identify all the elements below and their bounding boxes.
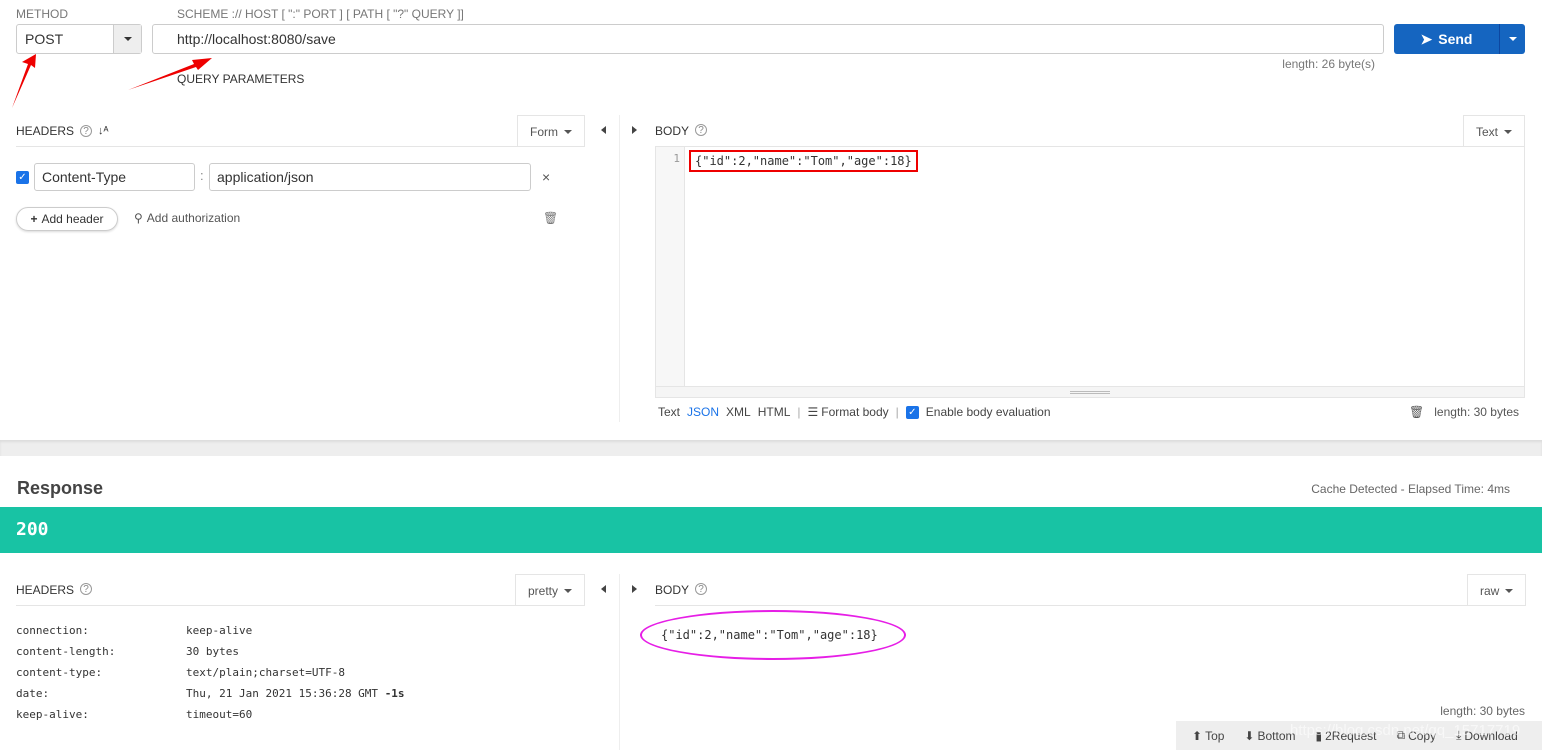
body-mode-label: Text: [1476, 124, 1499, 139]
response-length: length: 30 bytes: [1440, 704, 1525, 718]
send-button[interactable]: ➤ Send: [1394, 24, 1525, 54]
headers-mode-label: Form: [530, 124, 558, 139]
copy-button[interactable]: ⧉ Copy: [1396, 728, 1436, 743]
body-length: length: 30 bytes: [1434, 405, 1519, 419]
url-length: length: 26 byte(s): [1282, 57, 1375, 71]
send-label: Send: [1438, 31, 1473, 47]
header-key: content-length:: [16, 645, 116, 658]
url-label: SCHEME :// HOST [ ":" PORT ] [ PATH [ "?…: [177, 7, 464, 21]
response-headers-list: connection: keep-alive content-length: 30 …: [16, 620, 405, 725]
url-input[interactable]: http://localhost:8080/save: [152, 24, 1384, 54]
method-label: METHOD: [16, 7, 68, 21]
paper-plane-icon: ➤: [1420, 30, 1433, 47]
send-options-chevron-icon[interactable]: [1499, 24, 1525, 54]
header-key: connection:: [16, 624, 89, 637]
collapse-left-icon[interactable]: [601, 585, 606, 593]
download-button[interactable]: ⤓ Download: [1456, 728, 1518, 743]
expand-right-icon[interactable]: [632, 126, 637, 134]
help-icon[interactable]: ?: [80, 583, 93, 595]
trash-icon[interactable]: 🗑: [1409, 405, 1424, 419]
format-html[interactable]: HTML: [758, 405, 791, 419]
line-number: 1: [656, 147, 685, 387]
top-label: Top: [1205, 728, 1225, 743]
header-value: Thu, 21 Jan 2021 15:36:28 GMT: [186, 687, 379, 700]
header-value: text/plain;charset=UTF-8: [186, 666, 345, 679]
body-editor[interactable]: 1 {"id":2,"name":"Tom","age":18}: [655, 146, 1525, 398]
arrow-up-circle-icon: ⬆: [1192, 728, 1203, 743]
header-value-input[interactable]: application/json: [209, 163, 531, 191]
header-row: date: Thu, 21 Jan 2021 15:36:28 GMT -1s: [16, 683, 405, 704]
format-body-button[interactable]: ☰ Format body: [808, 405, 889, 419]
format-xml[interactable]: XML: [726, 405, 751, 419]
body-mode-dropdown[interactable]: Text: [1463, 115, 1526, 147]
bottom-label: Bottom: [1257, 728, 1296, 743]
response-body-mode-dropdown[interactable]: raw: [1467, 574, 1527, 606]
enable-eval-label[interactable]: Enable body evaluation: [926, 405, 1051, 419]
body-title: BODY: [655, 124, 690, 138]
chevron-down-icon[interactable]: [113, 25, 141, 53]
header-name-input[interactable]: Content-Type: [34, 163, 195, 191]
header-row: keep-alive: timeout=60: [16, 704, 405, 725]
arrow-down-circle-icon: ⬇: [1244, 728, 1255, 743]
annotation-arrows: [12, 54, 212, 108]
help-icon[interactable]: ?: [80, 125, 93, 137]
headers-mode-dropdown[interactable]: Form: [517, 115, 585, 147]
help-icon[interactable]: ?: [695, 124, 708, 136]
resize-handle[interactable]: [656, 386, 1524, 397]
add-authorization-label: Add authorization: [146, 211, 241, 225]
response-title: Response: [17, 478, 104, 498]
add-header-button[interactable]: + Add header: [16, 207, 118, 231]
response-body-title: BODY: [655, 583, 690, 597]
format-json[interactable]: JSON: [687, 405, 719, 419]
body-mode-label: raw: [1480, 583, 1500, 598]
headers-mode-label: pretty: [528, 583, 559, 598]
collapse-left-icon[interactable]: [601, 126, 606, 134]
download-label: Download: [1464, 728, 1518, 743]
header-row: connection: keep-alive: [16, 620, 405, 641]
help-icon[interactable]: ?: [695, 583, 708, 595]
copy-icon: ⧉: [1396, 728, 1406, 742]
plus-icon: +: [30, 212, 38, 226]
header-key: content-type:: [16, 666, 103, 679]
sort-icon[interactable]: ↓ᴬ: [98, 125, 108, 137]
body-content[interactable]: {"id":2,"name":"Tom","age":18}: [689, 150, 918, 172]
download-icon: ⤓: [1456, 728, 1462, 742]
response-body-content: {"id":2,"name":"Tom","age":18}: [661, 628, 878, 642]
header-key: keep-alive:: [16, 708, 89, 721]
date-offset: -1s: [384, 687, 405, 700]
trash-icon[interactable]: 🗑: [543, 211, 558, 225]
align-icon: ☰: [807, 405, 819, 419]
method-value: POST: [25, 31, 64, 47]
header-key: date:: [16, 687, 50, 700]
top-button[interactable]: ⬆ Top: [1192, 729, 1224, 743]
enable-eval-checkbox[interactable]: ✓: [905, 405, 919, 419]
response-headers-title: HEADERS: [16, 583, 75, 597]
document-icon: ▮: [1315, 728, 1323, 743]
expand-right-icon[interactable]: [632, 585, 637, 593]
header-value: 30 bytes: [186, 645, 239, 658]
header-value: keep-alive: [186, 624, 253, 637]
format-body-label: Format body: [821, 405, 889, 419]
copy-label: Copy: [1408, 728, 1437, 743]
elapsed-time: Cache Detected - Elapsed Time: 4ms: [1311, 482, 1510, 496]
add-header-label: Add header: [41, 212, 104, 226]
add-authorization-link[interactable]: ⚲ Add authorization: [134, 211, 240, 225]
response-headers-mode-dropdown[interactable]: pretty: [515, 574, 586, 606]
response-toolbar: ⬆ Top ⬇ Bottom ▮ 2Request ⧉ Copy ⤓ Download: [1176, 721, 1542, 750]
status-bar: 200: [0, 507, 1542, 553]
to-request-button[interactable]: ▮ 2Request: [1316, 729, 1377, 743]
header-row: content-type: text/plain;charset=UTF-8: [16, 662, 405, 683]
header-enabled-checkbox[interactable]: ✓: [16, 171, 29, 184]
remove-header-icon[interactable]: ×: [542, 169, 550, 185]
headers-title: HEADERS: [16, 124, 75, 138]
header-value: timeout=60: [186, 708, 253, 721]
bottom-button[interactable]: ⬇ Bottom: [1244, 729, 1295, 743]
key-icon: ⚲: [134, 211, 143, 225]
format-text[interactable]: Text: [658, 405, 680, 419]
to-request-label: 2Request: [1325, 728, 1377, 743]
header-row: content-length: 30 bytes: [16, 641, 405, 662]
